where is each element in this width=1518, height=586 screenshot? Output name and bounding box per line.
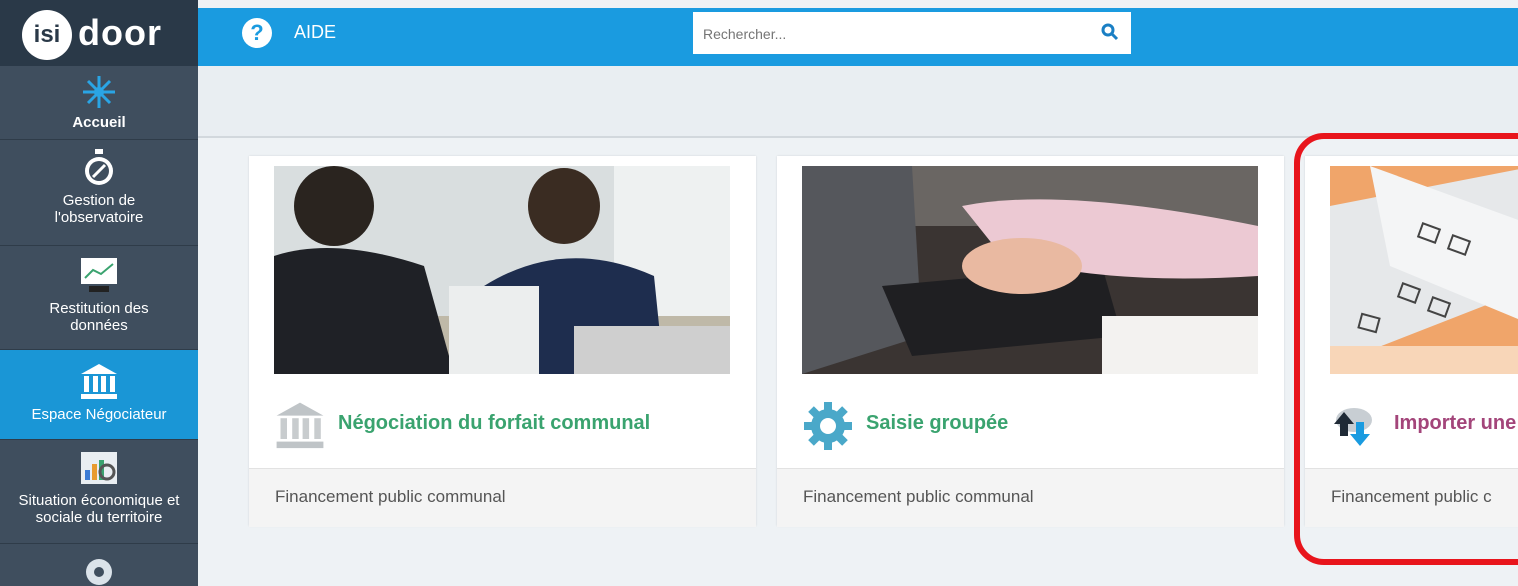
gear-icon <box>86 559 112 585</box>
subheader-band <box>198 66 1518 138</box>
sidebar-item-label: Restitution des données <box>49 300 149 334</box>
sidebar-item-label: Gestion de l'observatoire <box>54 192 144 226</box>
sidebar-item-gestion[interactable]: Gestion de l'observatoire <box>0 140 198 246</box>
card-image-laptop-typing <box>802 166 1258 374</box>
card-subtitle: Financement public communal <box>803 487 1034 506</box>
search-icon[interactable] <box>1101 23 1119 41</box>
card-image-business-meeting <box>274 166 730 374</box>
sidebar-item-accueil[interactable]: Accueil <box>0 66 198 140</box>
search-input[interactable] <box>693 12 1095 56</box>
red-highlight-outline <box>1294 133 1518 565</box>
logo-circle: isi <box>22 10 72 60</box>
help-icon[interactable]: ? <box>242 18 272 48</box>
card-title[interactable]: Négociation du forfait communal <box>338 412 650 435</box>
card-footer: Financement public communal <box>777 468 1284 527</box>
chart-board-icon <box>81 258 117 292</box>
bank-icon <box>276 402 324 449</box>
search-chart-icon <box>81 452 117 484</box>
sidebar-item-label: Situation économique et sociale du terri… <box>18 492 180 526</box>
sidebar-item-label: Accueil <box>72 114 126 131</box>
stopwatch-icon <box>85 149 113 185</box>
logo[interactable]: isi door <box>0 0 198 66</box>
card-title[interactable]: Saisie groupée <box>866 412 1008 435</box>
card-negociation[interactable]: Négociation du forfait communal Financem… <box>249 156 756 527</box>
sidebar-item-restitution[interactable]: Restitution des données <box>0 246 198 350</box>
sidebar-item-parametres[interactable] <box>0 544 198 586</box>
help-link[interactable]: AIDE <box>294 22 336 43</box>
sidebar: isi door Accueil Gestion de l'observatoi… <box>0 0 198 586</box>
compass-star-icon <box>83 76 115 108</box>
top-bar: ? AIDE <box>198 8 1518 66</box>
logo-text: door <box>78 12 162 53</box>
card-saisie-groupee[interactable]: Saisie groupée Financement public commun… <box>777 156 1284 527</box>
search-box <box>693 12 1131 56</box>
gear-icon <box>804 402 852 450</box>
sidebar-item-situation[interactable]: Situation économique et sociale du terri… <box>0 440 198 544</box>
card-footer: Financement public communal <box>249 468 756 527</box>
card-subtitle: Financement public communal <box>275 487 506 506</box>
sidebar-item-label: Espace Négociateur <box>31 406 167 423</box>
app-window: isi door Accueil Gestion de l'observatoi… <box>0 0 1518 586</box>
bank-icon <box>81 364 117 399</box>
sidebar-item-espace-negociateur[interactable]: Espace Négociateur <box>0 350 198 440</box>
